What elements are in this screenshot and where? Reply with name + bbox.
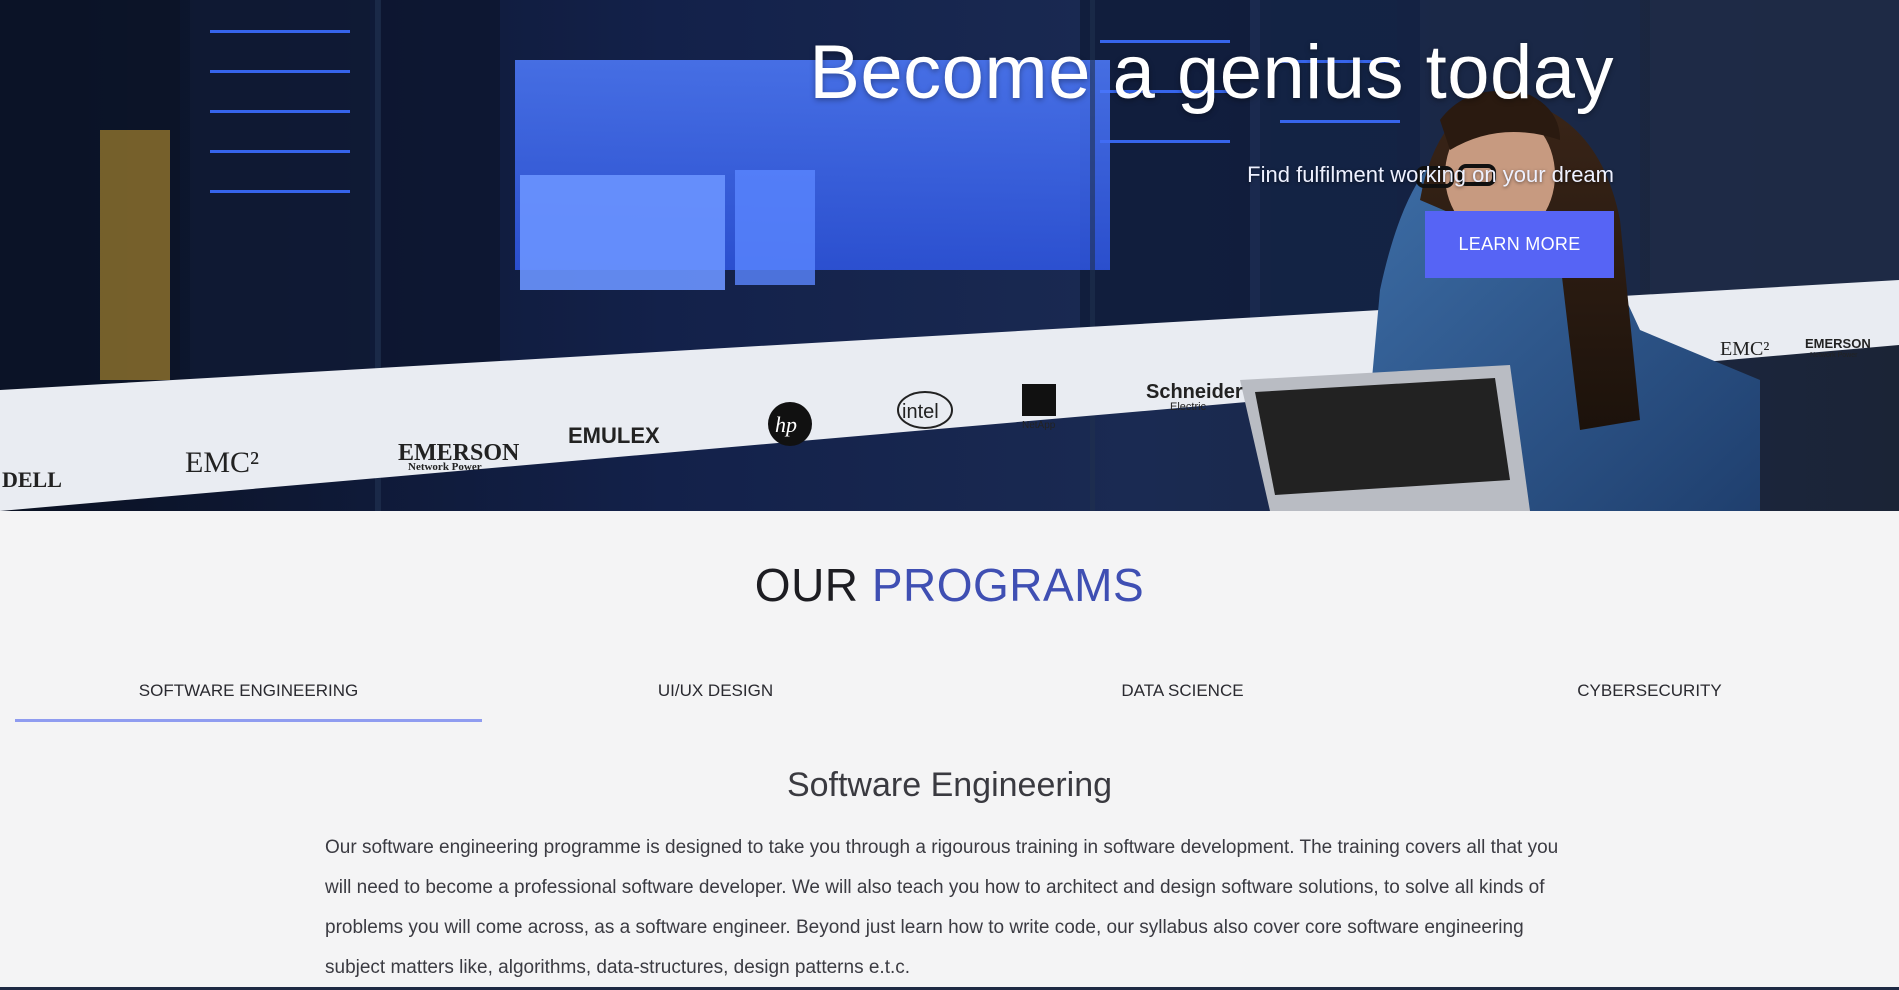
programs-heading: OUR PROGRAMS <box>0 558 1899 612</box>
emerson-network-power-label-right: Network Power <box>1810 352 1858 359</box>
hero-text-block: Become a genius today Find fulfilment wo… <box>809 28 1614 278</box>
intel-logo: intel <box>897 391 953 429</box>
learn-more-button[interactable]: LEARN MORE <box>1425 211 1614 278</box>
tab-ui-ux-design[interactable]: UI/UX DESIGN <box>482 670 949 722</box>
schneider-electric-label: Electric <box>1170 401 1207 413</box>
tab-data-science[interactable]: DATA SCIENCE <box>949 670 1416 722</box>
program-description: Our software engineering programme is de… <box>325 837 1559 978</box>
schneider-logo: Schneider <box>1146 381 1243 403</box>
hero-subtitle: Find fulfilment working on your dream <box>1247 162 1614 187</box>
emerson-network-power-label: Network Power <box>408 461 482 473</box>
programs-heading-accent: PROGRAMS <box>871 559 1145 611</box>
tab-cybersecurity[interactable]: CYBERSECURITY <box>1416 670 1883 722</box>
tab-software-engineering[interactable]: SOFTWARE ENGINEERING <box>15 670 482 722</box>
svg-text:hp: hp <box>775 412 797 437</box>
emc-logo-right: EMC² <box>1720 338 1769 360</box>
programs-heading-prefix: OUR <box>754 559 859 611</box>
hero-banner: DELL EMC² EMERSON Network Power EMULEX h… <box>0 0 1899 511</box>
emc-logo: EMC² <box>185 446 259 479</box>
netapp-logo: NetApp <box>1022 384 1056 431</box>
hero-title: Become a genius today <box>809 30 1614 115</box>
emerson-logo-right: EMERSON <box>1805 336 1871 351</box>
program-tabs: SOFTWARE ENGINEERING UI/UX DESIGN DATA S… <box>15 670 1885 722</box>
svg-text:NetApp: NetApp <box>1022 420 1056 431</box>
program-title: Software Engineering <box>786 766 1113 804</box>
emulex-logo: EMULEX <box>568 423 660 448</box>
dell-logo: DELL <box>2 467 62 492</box>
hp-logo: hp <box>768 402 812 446</box>
svg-text:intel: intel <box>902 401 939 423</box>
